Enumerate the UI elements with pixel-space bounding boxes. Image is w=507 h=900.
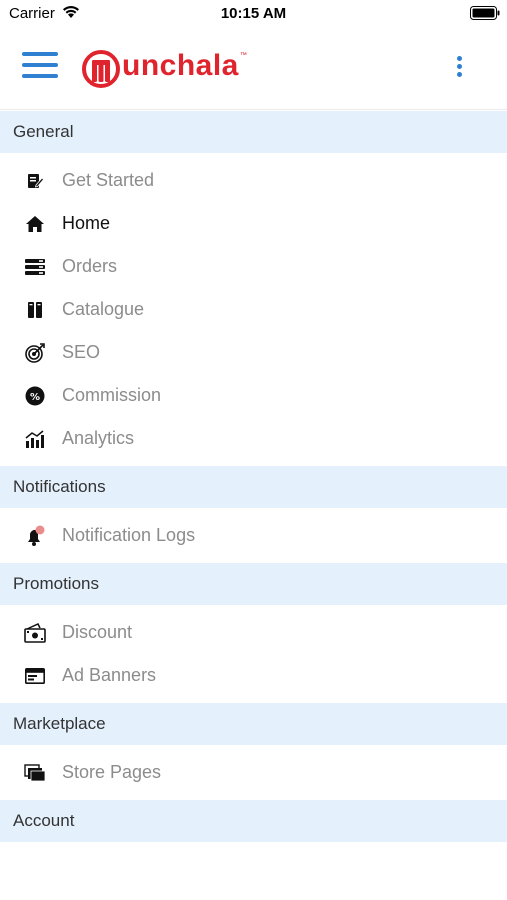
munchala-logo: unchala ™ [82,46,247,90]
menu-item-label: Analytics [62,428,135,448]
catalogue-icon [24,299,46,321]
section-list-promotions: Discount Ad Banners [0,605,507,703]
menu-item-label: Discount [62,622,133,642]
menu-item-commission[interactable]: % Commission [0,374,507,417]
status-time: 10:15 AM [220,5,287,22]
menu-item-store-pages[interactable]: Store Pages [0,751,507,794]
section-header-account: Account [0,800,507,842]
hamburger-menu-button[interactable] [22,52,58,82]
side-menu: General Get Started Home Orders Catalogu… [0,111,507,842]
menu-item-label: Store Pages [62,762,162,782]
edit-document-icon [24,170,46,192]
dot [456,72,462,77]
menu-item-notification-logs[interactable]: Notification Logs [0,514,507,557]
battery-icon [470,6,500,20]
section-header-general: General [0,111,507,153]
menu-item-label: SEO [62,342,101,362]
money-icon [24,622,46,644]
menu-item-label: Ad Banners [62,665,157,685]
menu-item-ad-banners[interactable]: Ad Banners [0,654,507,697]
menu-item-analytics[interactable]: Analytics [0,417,507,460]
menu-item-orders[interactable]: Orders [0,245,507,288]
menu-line [22,74,58,78]
section-header-marketplace: Marketplace [0,703,507,745]
pages-icon [24,762,46,784]
menu-line [22,63,58,67]
more-options-button[interactable] [450,56,468,84]
logo-trademark: ™ [239,52,247,59]
analytics-icon [24,428,46,450]
section-header-promotions: Promotions [0,563,507,605]
menu-item-label: Notification Logs [62,525,196,545]
menu-item-label: Orders [62,256,118,276]
dot [456,56,462,61]
bell-icon [24,525,46,547]
menu-item-label: Get Started [62,170,155,190]
orders-icon [24,256,46,278]
logo-m-mark [82,50,120,88]
app-header: unchala ™ [0,30,507,110]
status-bar: Carrier 10:15 AM [0,0,507,30]
section-list-general: Get Started Home Orders Catalogue SEO % … [0,153,507,466]
section-list-marketplace: Store Pages [0,745,507,800]
menu-item-seo[interactable]: SEO [0,331,507,374]
percent-icon: % [24,385,46,407]
menu-item-label: Commission [62,385,162,405]
home-icon [24,213,46,235]
banner-icon [24,665,46,687]
menu-item-label: Catalogue [62,299,145,319]
menu-item-catalogue[interactable]: Catalogue [0,288,507,331]
menu-item-label: Home [62,213,111,233]
section-list-notifications: Notification Logs [0,508,507,563]
menu-item-home[interactable]: Home [0,202,507,245]
menu-item-get-started[interactable]: Get Started [0,159,507,202]
svg-text:%: % [30,392,40,403]
menu-item-discount[interactable]: Discount [0,611,507,654]
logo-text: unchala [122,49,239,82]
dot [456,64,462,69]
target-icon [24,342,46,364]
menu-line [22,52,58,56]
section-header-notifications: Notifications [0,466,507,508]
